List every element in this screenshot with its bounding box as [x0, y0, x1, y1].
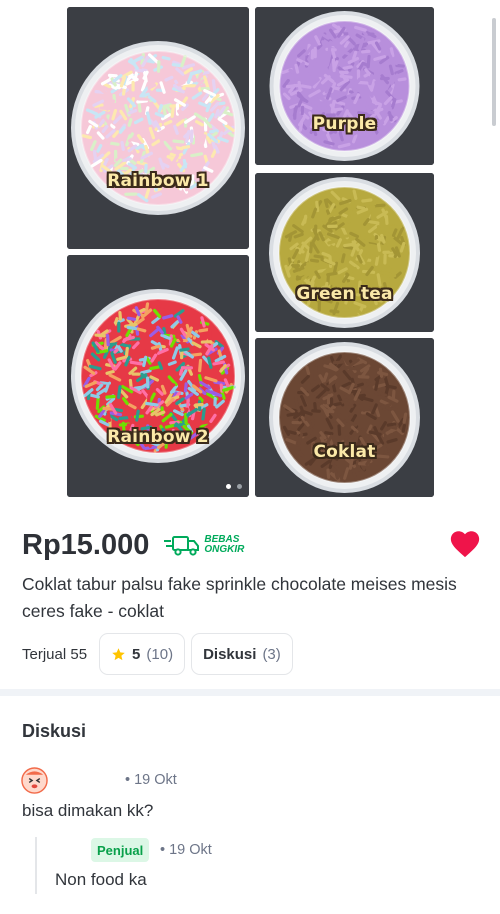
photo-label: Green tea: [296, 283, 393, 304]
scrollbar[interactable]: [492, 18, 496, 126]
rating-chip[interactable]: 5 (10): [99, 633, 186, 675]
product-photo-rainbow-1[interactable]: Rainbow 1: [67, 7, 249, 249]
discussion-section-title: Diskusi: [22, 721, 87, 741]
gallery-pagination-dots: [226, 484, 242, 489]
product-photo-purple[interactable]: Purple: [255, 7, 434, 165]
sold-count: Terjual 55: [22, 645, 88, 663]
product-title: Coklat tabur palsu fake sprinkle chocola…: [22, 574, 457, 621]
discussion-chip-label: Diskusi: [203, 645, 257, 663]
rating-value: 5: [132, 645, 141, 663]
question-date: • 19 Okt: [125, 772, 177, 788]
photo-label: Purple: [312, 113, 377, 134]
delivery-truck-icon: [164, 536, 200, 556]
photo-label: Rainbow 2: [107, 426, 209, 447]
photo-label: Rainbow 1: [107, 171, 209, 192]
price-row: Rp15.000 BEBAS ONGKIR: [22, 527, 482, 563]
user-avatar-icon[interactable]: [21, 767, 48, 794]
sprinkle-bowl-image: [67, 7, 249, 249]
reply-thread-line: [35, 837, 37, 894]
reply-text: Non food ka: [55, 870, 147, 889]
reply-date: • 19 Okt: [160, 842, 212, 858]
section-divider: [0, 689, 500, 696]
wishlist-heart-icon[interactable]: [448, 527, 482, 561]
free-shipping-label-bottom: ONGKIR: [204, 544, 245, 555]
seller-badge: Penjual: [91, 838, 150, 862]
star-icon: [112, 647, 125, 660]
question-text: bisa dimakan kk?: [22, 801, 154, 820]
product-stats-row: Terjual 55 5 (10) Diskusi (3): [22, 633, 299, 675]
product-photo-rainbow-2[interactable]: Rainbow 2: [67, 255, 249, 497]
product-image-gallery[interactable]: Rainbow 1 Purple Green tea Rainbow 2 Cok…: [0, 0, 500, 505]
discussion-chip[interactable]: Diskusi (3): [191, 633, 293, 675]
sprinkle-bowl-image: [67, 255, 249, 497]
rating-count: (10): [146, 645, 174, 663]
product-photo-coklat[interactable]: Coklat: [255, 338, 434, 497]
sprinkle-bowl-image: [255, 7, 434, 165]
product-photo-green-tea[interactable]: Green tea: [255, 173, 434, 332]
sprinkle-bowl-image: [255, 338, 434, 497]
photo-label: Coklat: [313, 442, 376, 463]
product-price: Rp15.000: [22, 528, 150, 561]
pagination-dot[interactable]: [237, 484, 242, 489]
discussion-chip-count: (3): [262, 645, 281, 663]
pagination-dot[interactable]: [226, 484, 231, 489]
sprinkle-bowl-image: [255, 173, 434, 332]
free-shipping-badge: BEBAS ONGKIR: [163, 533, 244, 557]
